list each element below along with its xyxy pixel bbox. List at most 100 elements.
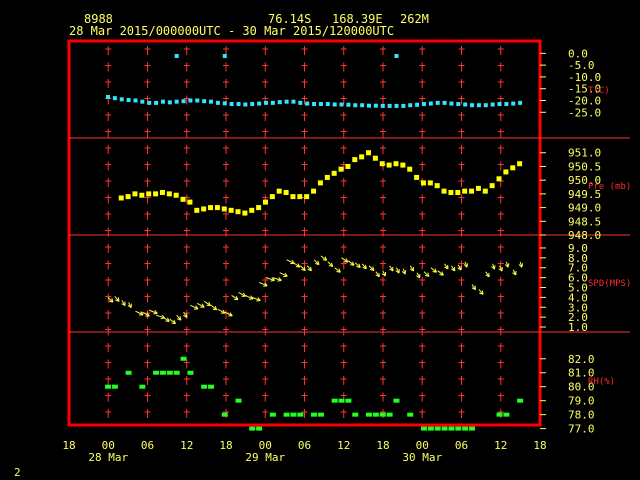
temperature-point bbox=[305, 101, 310, 106]
rh-point bbox=[180, 356, 187, 361]
temperature-point bbox=[435, 100, 440, 105]
wind-arrow-head bbox=[256, 300, 261, 302]
temperature-point bbox=[428, 101, 433, 106]
pressure-point bbox=[187, 199, 193, 205]
wind-arrow bbox=[217, 308, 226, 314]
wind-arrow bbox=[457, 264, 462, 271]
rh-point bbox=[221, 412, 228, 417]
wind-arrow bbox=[258, 282, 268, 287]
wind-arrow bbox=[471, 284, 476, 291]
temperature-point bbox=[463, 102, 468, 107]
wind-arrow bbox=[381, 270, 387, 277]
wind-arrow bbox=[485, 271, 490, 278]
x-tick-label: 06 bbox=[298, 439, 311, 452]
meteogram-window: 8988 76.14S 168.39E 262M 28 Mar 2015/000… bbox=[0, 0, 640, 480]
rh-point bbox=[187, 370, 194, 375]
rh-point bbox=[441, 426, 448, 431]
temperature-point bbox=[387, 103, 392, 108]
pressure-point bbox=[139, 192, 145, 198]
temperature-point bbox=[167, 100, 172, 105]
wind-arrow bbox=[375, 271, 380, 278]
wind-arrow bbox=[238, 292, 246, 297]
temperature-point bbox=[209, 99, 214, 104]
wind-arrow bbox=[354, 262, 361, 269]
rh-point bbox=[125, 370, 132, 375]
rh-point bbox=[379, 412, 386, 417]
pressure-point bbox=[496, 176, 502, 182]
wind-arrow bbox=[114, 296, 120, 302]
wind-arrow bbox=[231, 294, 239, 301]
x-date-label: 30 Mar bbox=[402, 451, 442, 464]
pressure-point bbox=[146, 191, 152, 197]
temperature-point bbox=[483, 103, 488, 108]
rh-point bbox=[331, 398, 338, 403]
wind-arrow bbox=[135, 310, 144, 316]
pressure-point bbox=[118, 195, 124, 201]
pressure-point bbox=[517, 161, 523, 167]
temperature-point bbox=[174, 99, 179, 104]
pressure-panel: 951.0950.5950.0949.5949.0948.5948.0Pre (… bbox=[118, 147, 631, 242]
wind-arrow-head bbox=[507, 263, 510, 268]
wind-arrow bbox=[401, 268, 407, 275]
x-tick-label: 06 bbox=[455, 439, 468, 452]
pressure-point bbox=[262, 199, 268, 205]
pressure-point bbox=[269, 194, 275, 200]
pressure-point bbox=[393, 161, 399, 167]
temperature-point bbox=[154, 100, 159, 105]
wind-arrow-head bbox=[263, 285, 268, 287]
rh-point bbox=[455, 426, 462, 431]
panel-label: Pre (mb) bbox=[588, 182, 631, 192]
pressure-point bbox=[125, 194, 131, 200]
temperature-point bbox=[312, 102, 317, 107]
wind-arrow bbox=[423, 271, 430, 277]
rh-point bbox=[111, 384, 118, 389]
wind-arrow bbox=[409, 265, 415, 272]
rh-point bbox=[462, 426, 469, 431]
meteogram-chart: 8988 76.14S 168.39E 262M 28 Mar 2015/000… bbox=[14, 12, 631, 479]
y-tick-label: 950.5 bbox=[568, 160, 601, 173]
wind-arrow bbox=[293, 262, 301, 268]
pressure-point bbox=[214, 205, 220, 211]
pressure-point bbox=[441, 188, 447, 194]
x-tick-label: 18 bbox=[533, 439, 546, 452]
wind-arrow bbox=[361, 263, 367, 270]
temperature-point bbox=[346, 102, 351, 107]
rh-point bbox=[139, 384, 146, 389]
corner-label: 2 bbox=[14, 466, 21, 479]
wind-arrow bbox=[389, 265, 394, 272]
pressure-point bbox=[510, 165, 516, 171]
temperature-point bbox=[325, 102, 330, 107]
temperature-point bbox=[229, 102, 234, 107]
x-axis: 18 00 06 12 18 00 06 12 18 00 06 12 1828 Mar 29 Mar 30… bbox=[62, 439, 546, 464]
wind-arrow bbox=[334, 267, 341, 273]
temperature-point bbox=[181, 99, 186, 104]
wind-arrow bbox=[286, 259, 295, 265]
pressure-point bbox=[132, 191, 138, 197]
rh-point bbox=[469, 426, 476, 431]
temperature-point bbox=[470, 103, 475, 108]
rh-point bbox=[249, 426, 256, 431]
x-tick-label: 12 bbox=[180, 439, 193, 452]
x-tick-label: 12 bbox=[337, 439, 350, 452]
panel-label: RH(%) bbox=[588, 377, 615, 387]
rh-point bbox=[386, 412, 393, 417]
temperature-point bbox=[415, 102, 420, 107]
temperature-point bbox=[456, 102, 461, 107]
y-tick-label: 79.0 bbox=[568, 395, 595, 408]
pressure-point bbox=[256, 205, 262, 211]
temperature-point bbox=[511, 101, 516, 106]
wind-arrow bbox=[190, 304, 199, 310]
pressure-point bbox=[311, 188, 317, 194]
y-tick-label: 77.0 bbox=[568, 423, 595, 436]
wind-panel: 9.08.07.06.05.04.03.02.01.0SPD(MPS) bbox=[107, 242, 631, 334]
rh-point bbox=[201, 384, 208, 389]
pressure-point bbox=[455, 190, 461, 195]
temperature-point bbox=[408, 103, 413, 108]
wind-arrow bbox=[368, 265, 375, 271]
wind-arrow bbox=[478, 289, 484, 295]
wind-arrow bbox=[463, 261, 469, 268]
pressure-point bbox=[297, 194, 303, 200]
temperature-point bbox=[147, 100, 152, 105]
wind-arrow-head bbox=[493, 265, 496, 270]
x-date-label: 29 Mar bbox=[245, 451, 285, 464]
